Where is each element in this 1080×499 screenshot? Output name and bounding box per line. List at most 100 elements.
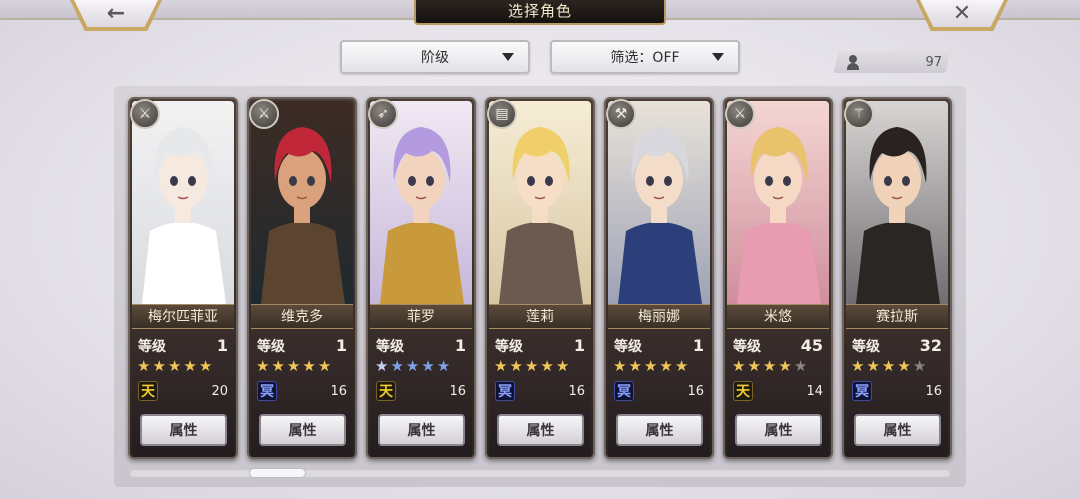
star-icon: ★ [436, 357, 451, 375]
scrollbar-thumb[interactable] [249, 468, 306, 478]
character-stats: 等级 32 ★ ★ ★ ★ ★ 冥 16 属性 [846, 330, 948, 457]
star-icon: ★ [643, 357, 658, 375]
attributes-button[interactable]: 属性 [259, 414, 346, 446]
character-portrait [727, 101, 829, 304]
star-icon: ★ [390, 357, 404, 375]
element-row: 冥 16 [257, 380, 347, 402]
character-card[interactable]: ⚔ 米悠 等级 45 ★ ★ ★ ★ ★ 天 14 属性 [723, 97, 833, 459]
level-label: 等级 [376, 339, 404, 355]
person-icon [846, 54, 860, 70]
hammer-icon: ⚒ [606, 99, 636, 129]
attributes-button[interactable]: 属性 [497, 414, 584, 446]
level-value: 1 [692, 336, 704, 355]
rarity-stars: ★ ★ ★ ★ ★ [256, 358, 350, 374]
star-icon: ★ [912, 357, 927, 375]
roster-count: 97 [846, 51, 942, 73]
level-value: 45 [800, 336, 823, 355]
element-badge-icon: 冥 [614, 381, 634, 401]
character-card[interactable]: ⚔ 梅尔匹菲亚 等级 1 ★ ★ ★ ★ ★ 天 20 属性 [128, 97, 238, 459]
character-stats: 等级 1 ★ ★ ★ ★ ★ 冥 16 属性 [489, 330, 591, 457]
star-icon: ★ [271, 357, 285, 375]
star-icon: ★ [762, 357, 777, 375]
star-icon: ★ [405, 357, 420, 375]
element-count: 16 [330, 383, 347, 399]
sword-icon: ⚔ [249, 99, 279, 129]
level-row: 等级 1 [138, 336, 228, 356]
element-count: 16 [568, 383, 585, 399]
star-icon: ★ [137, 357, 151, 375]
character-name: 莲莉 [489, 304, 591, 329]
element-row: 冥 16 [614, 380, 704, 402]
rarity-stars: ★ ★ ★ ★ ★ [375, 358, 469, 374]
element-count: 14 [806, 383, 823, 399]
level-label: 等级 [138, 339, 166, 355]
sword-icon: ⚔ [725, 99, 755, 129]
element-count: 16 [449, 383, 466, 399]
back-button[interactable]: ← [74, 0, 158, 27]
character-card[interactable]: ⚒ 梅丽娜等级 1 ★ ★ ★ ★ ★ 冥 16 属性 [604, 97, 714, 459]
attributes-button[interactable]: 属性 [854, 414, 941, 446]
page-title: 选择角色 [414, 0, 666, 25]
rarity-stars: ★ ★ ★ ★ ★ [851, 358, 945, 374]
element-row: 冥 16 [852, 380, 942, 402]
rarity-stars: ★ ★ ★ ★ ★ [494, 358, 588, 374]
star-icon: ★ [793, 357, 808, 375]
star-icon: ★ [167, 357, 182, 375]
star-icon: ★ [375, 357, 389, 375]
character-name: 米悠 [727, 304, 829, 329]
sort-rank-dropdown[interactable]: 阶级 [340, 40, 530, 74]
element-row: 天 14 [733, 380, 823, 402]
level-row: 等级 1 [257, 336, 347, 356]
level-value: 1 [216, 336, 228, 355]
attributes-button[interactable]: 属性 [735, 414, 822, 446]
star-icon: ★ [659, 357, 673, 375]
roster-count-value: 97 [925, 54, 942, 70]
character-stats: 等级 1 ★ ★ ★ ★ ★ 冥 16 属性 [608, 330, 710, 457]
character-portrait [489, 101, 591, 304]
star-icon: ★ [183, 357, 197, 375]
close-button[interactable]: ✕ [920, 0, 1004, 27]
character-name: 维克多 [251, 304, 353, 329]
element-row: 冥 16 [495, 380, 585, 402]
element-count: 16 [925, 383, 942, 399]
star-icon: ★ [747, 357, 761, 375]
sword-icon: ⚔ [130, 99, 160, 129]
character-card[interactable]: ▤ 莲莉 等级 1 ★ ★ ★ ★ ★ 冥 16 属性 [485, 97, 595, 459]
character-portrait [846, 101, 948, 304]
character-name: 赛拉斯 [846, 304, 948, 329]
star-icon: ★ [851, 357, 865, 375]
rarity-stars: ★ ★ ★ ★ ★ [613, 358, 707, 374]
level-label: 等级 [733, 339, 761, 355]
star-icon: ★ [524, 357, 539, 375]
level-row: 等级 1 [614, 336, 704, 356]
attributes-button[interactable]: 属性 [616, 414, 703, 446]
level-value: 1 [454, 336, 466, 355]
element-badge-icon: 冥 [495, 381, 515, 401]
character-portrait [608, 101, 710, 304]
element-badge-icon: 冥 [257, 381, 277, 401]
star-icon: ★ [540, 357, 554, 375]
attributes-button[interactable]: 属性 [140, 414, 227, 446]
rarity-stars: ★ ★ ★ ★ ★ [137, 358, 231, 374]
level-row: 等级 1 [376, 336, 466, 356]
character-portrait [132, 101, 234, 304]
level-value: 1 [335, 336, 347, 355]
character-card[interactable]: ⚔ 维克多等级 1 ★ ★ ★ ★ ★ 冥 16 属性 [247, 97, 357, 459]
character-portrait [370, 101, 472, 304]
attributes-button[interactable]: 属性 [378, 414, 465, 446]
chevron-down-icon [712, 53, 724, 61]
level-label: 等级 [257, 339, 285, 355]
character-name: 梅丽娜 [608, 304, 710, 329]
element-badge-icon: 天 [138, 381, 158, 401]
element-count: 20 [211, 383, 228, 399]
filter-dropdown[interactable]: 筛选：OFF [550, 40, 740, 74]
star-icon: ★ [198, 357, 213, 375]
character-card[interactable]: ➶ 菲罗 等级 1 ★ ★ ★ ★ ★ 天 16 属性 [366, 97, 476, 459]
star-icon: ★ [881, 357, 896, 375]
star-icon: ★ [897, 357, 911, 375]
character-stats: 等级 1 ★ ★ ★ ★ ★ 天 20 属性 [132, 330, 234, 457]
star-icon: ★ [555, 357, 570, 375]
element-badge-icon: 天 [733, 381, 753, 401]
star-icon: ★ [613, 357, 627, 375]
character-card[interactable]: ⚚ 赛拉斯 等级 32 ★ ★ ★ ★ ★ 冥 16 属性 [842, 97, 952, 459]
